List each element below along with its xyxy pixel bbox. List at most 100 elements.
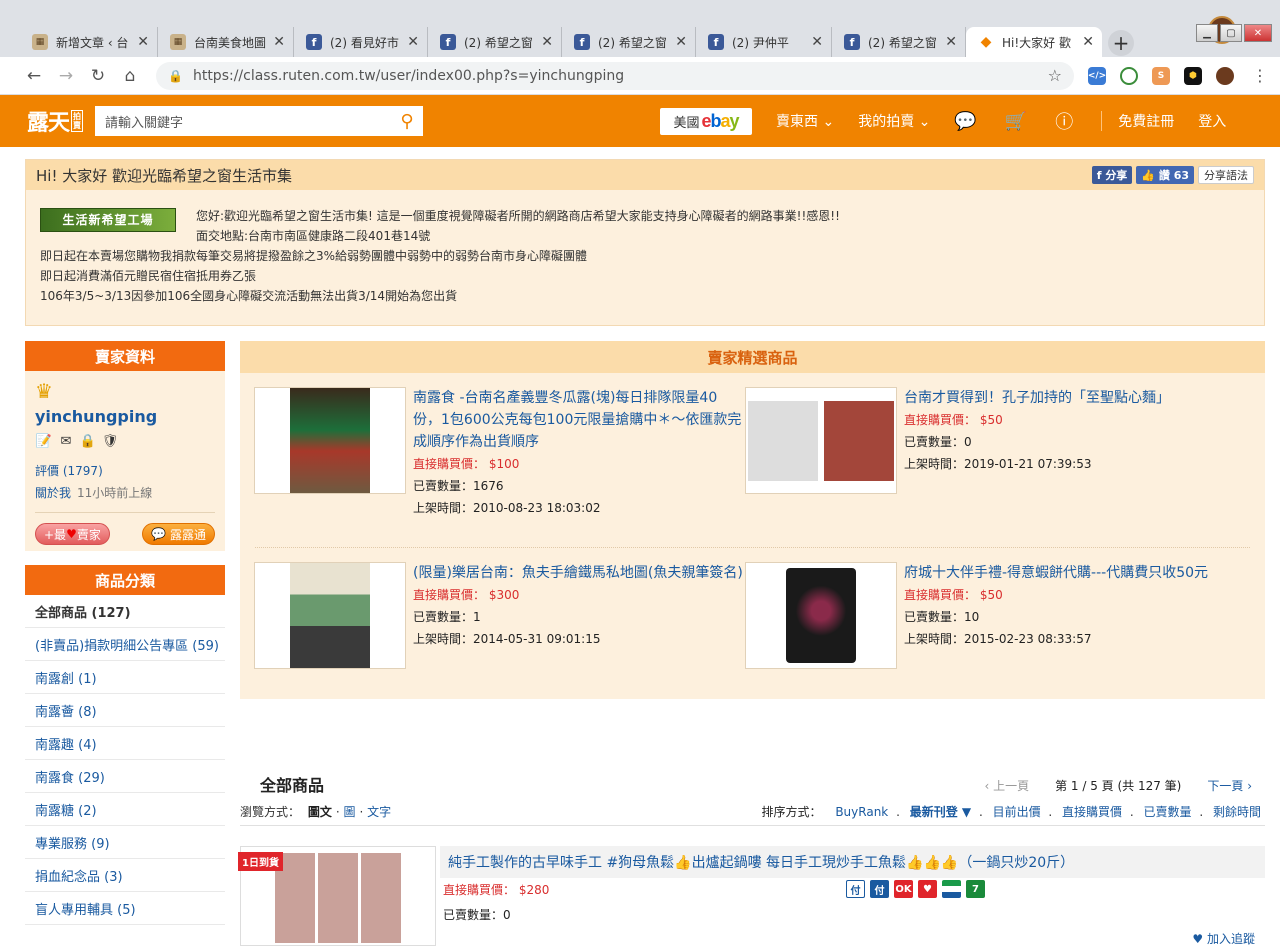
fb-like-button[interactable]: 👍 讚 63 (1136, 166, 1194, 184)
shield-icon: 🛡 (101, 433, 119, 449)
category-item[interactable]: 南露薈 (8) (25, 694, 225, 727)
address-bar: ← → ↻ ⌂ 🔒 https://class.ruten.com.tw/use… (0, 57, 1280, 95)
product-title-link[interactable]: 府城十大伴手禮-得意蝦餅代購---代購費只收50元 (904, 562, 1235, 584)
hex-extension-icon[interactable]: ⬢ (1184, 66, 1202, 85)
back-icon[interactable]: ← (18, 66, 50, 86)
sort-remaining-time[interactable]: 剩餘時間 (1213, 805, 1261, 819)
browser-tab[interactable]: ▦ 台南美食地圖 ✕ (158, 27, 294, 57)
code-extension-icon[interactable]: </> (1088, 66, 1106, 85)
pay-icon: 付 (870, 880, 889, 898)
forward-icon[interactable]: → (50, 66, 82, 86)
product-title-link[interactable]: 純手工製作的古早味手工 #狗母魚鬆👍出爐起鍋嘍 每日手工現炒手工魚鬆👍👍👍（一鍋… (440, 846, 1265, 878)
close-tab-icon[interactable]: ✕ (541, 34, 553, 50)
next-page-link[interactable]: 下一頁 › (1207, 777, 1252, 794)
sort-buyrank[interactable]: BuyRank (835, 805, 888, 819)
browser-tab[interactable]: f (2) 希望之窗 ✕ (562, 27, 696, 57)
category-item[interactable]: 全部商品 (127) (25, 595, 225, 628)
close-tab-icon[interactable]: ✕ (407, 34, 419, 50)
category-item[interactable]: 捐血紀念品 (3) (25, 859, 225, 892)
maximize-icon[interactable]: ▢ (1220, 24, 1242, 42)
close-tab-icon[interactable]: ✕ (137, 34, 149, 50)
view-modes: 瀏覽方式： 圖文 · 圖 · 文字 (240, 805, 392, 819)
rating-row[interactable]: 評價 (1797) (35, 460, 215, 482)
browser-tab[interactable]: f (2) 希望之窗 ✕ (428, 27, 562, 57)
profile-extension-icon[interactable] (1216, 66, 1234, 85)
ebay-button[interactable]: 美國 ebay (660, 107, 753, 135)
product-title-link[interactable]: (限量)樂居台南：魚夫手繪鐵馬私地圖(魚夫親筆簽名) (413, 562, 744, 584)
product-title-link[interactable]: 台南才買得到！孔子加持的「至聖點心麵」 (904, 387, 1235, 409)
view-mode-image[interactable]: 圖 (344, 805, 356, 819)
smart-extension-icon[interactable]: S (1152, 66, 1170, 85)
refresh-extension-icon[interactable] (1120, 66, 1138, 85)
ok-mart-icon: OK (894, 880, 913, 898)
product-thumbnail[interactable] (745, 562, 897, 669)
bookmark-star-icon[interactable]: ☆ (1048, 66, 1062, 85)
category-item[interactable]: 南露糖 (2) (25, 793, 225, 826)
browser-tab-active[interactable]: ◆ Hi!大家好 歡 ✕ (966, 27, 1102, 57)
mail-icon[interactable]: ✉ (57, 432, 75, 450)
product-price: 直接購買價： $100 (413, 457, 520, 471)
close-tab-icon[interactable]: ✕ (273, 34, 285, 50)
nav-register[interactable]: 免費註冊 (1118, 111, 1174, 131)
favorite-seller-button[interactable]: +最 ♥ 賣家 (35, 523, 110, 545)
browser-tab[interactable]: f (2) 尹仲平 ✕ (696, 27, 832, 57)
sort-current-bid[interactable]: 目前出價 (993, 805, 1041, 819)
cart-icon[interactable]: 🛒 (1005, 111, 1027, 132)
reload-icon[interactable]: ↻ (82, 66, 114, 86)
extensions: </> S ⬢ (1088, 66, 1248, 85)
category-item[interactable]: 南露創 (1) (25, 661, 225, 694)
header-nav: 賣東西 ⌄ 我的拍賣 ⌄ 💬 🛒 ⓘ 免費註冊 登入 (776, 108, 1250, 134)
prev-page-link[interactable]: ‹ 上一頁 (984, 777, 1029, 794)
nav-login[interactable]: 登入 (1198, 111, 1226, 131)
sort-newest[interactable]: 最新刊登 ▼ (910, 805, 971, 819)
fb-share-button[interactable]: f 分享 (1091, 166, 1133, 184)
chat-icon[interactable]: 💬 (954, 111, 976, 132)
search-icon[interactable]: ⚲ (391, 111, 423, 132)
product-thumbnail[interactable] (745, 387, 897, 494)
browser-tab[interactable]: ▦ 新增文章 ‹ 台 ✕ (20, 27, 158, 57)
category-item[interactable]: 南露食 (29) (25, 760, 225, 793)
url-text: https://class.ruten.com.tw/user/index00.… (192, 67, 625, 84)
close-tab-icon[interactable]: ✕ (675, 34, 687, 50)
browser-tab[interactable]: f (2) 看見好市 ✕ (294, 27, 428, 57)
chat-button[interactable]: 💬 露露通 (142, 523, 215, 545)
close-window-icon[interactable]: ✕ (1244, 24, 1272, 42)
category-item[interactable]: 專業服務 (9) (25, 826, 225, 859)
help-icon[interactable]: ⓘ (1055, 108, 1073, 134)
search-box[interactable]: 請輸入關鍵字 ⚲ (95, 106, 424, 136)
category-item[interactable]: (非賣品)捐款明細公告專區 (59) (25, 628, 225, 661)
about-link[interactable]: 關於我 (35, 486, 71, 500)
nav-sell[interactable]: 賣東西 ⌄ (776, 111, 834, 131)
tab-title: 新增文章 ‹ 台 (56, 35, 129, 50)
browser-tab[interactable]: f (2) 希望之窗 ✕ (832, 27, 966, 57)
tab-title: (2) 看見好市 (330, 35, 399, 50)
new-tab-button[interactable]: + (1108, 30, 1134, 56)
close-tab-icon[interactable]: ✕ (945, 34, 957, 50)
seller-name[interactable]: yinchungping (35, 407, 215, 426)
view-mode-image-text[interactable]: 圖文 (308, 805, 332, 819)
search-input[interactable]: 請輸入關鍵字 (105, 112, 391, 131)
product-thumbnail[interactable] (254, 562, 406, 669)
product-price: 直接購買價： $50 (904, 413, 1003, 427)
category-item[interactable]: 盲人專用輔具 (5) (25, 892, 225, 925)
lock-icon: 🔒 (168, 68, 183, 83)
view-mode-text[interactable]: 文字 (367, 805, 391, 819)
category-item[interactable]: 南露趣 (4) (25, 727, 225, 760)
minimize-icon[interactable]: ▁ (1196, 24, 1218, 42)
nav-my-auctions[interactable]: 我的拍賣 ⌄ (858, 111, 930, 131)
home-icon[interactable]: ⌂ (114, 66, 146, 86)
sort-buy-price[interactable]: 直接購買價 (1062, 805, 1122, 819)
window-controls: ▁ ▢ ✕ (1194, 24, 1272, 42)
url-field[interactable]: 🔒 https://class.ruten.com.tw/user/index0… (156, 61, 1074, 90)
product-title-link[interactable]: 南露食 -台南名產義豐冬瓜露(塊)每日排隊限量40份，1包600公克每包100元… (413, 387, 744, 453)
ruten-logo[interactable]: 露天 拍賣 (27, 105, 84, 137)
close-tab-icon[interactable]: ✕ (811, 34, 823, 50)
browser-menu-icon[interactable]: ⋮ (1252, 66, 1268, 85)
ebay-logo: ebay (701, 110, 740, 131)
sort-sold[interactable]: 已賣數量 (1144, 805, 1192, 819)
share-code-button[interactable]: 分享語法 (1198, 166, 1254, 184)
track-button[interactable]: ♥ 加入追蹤 (1192, 930, 1255, 947)
close-tab-icon[interactable]: ✕ (1082, 34, 1094, 50)
browser-tabstrip: ▦ 新增文章 ‹ 台 ✕ ▦ 台南美食地圖 ✕ f (2) 看見好市 ✕ f (… (0, 0, 1280, 57)
product-thumbnail[interactable] (254, 387, 406, 494)
